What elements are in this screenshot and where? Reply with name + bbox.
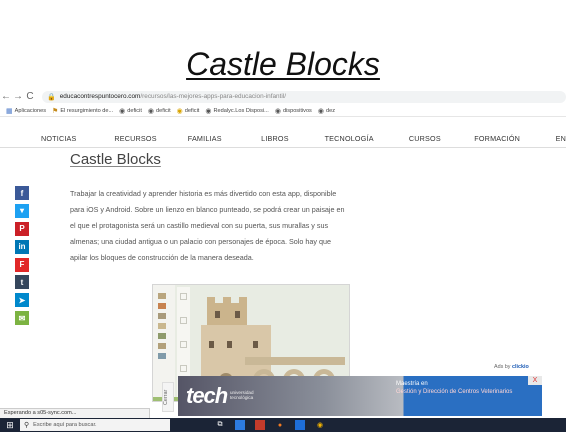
bookmark-aplicaciones[interactable]: ▦ Aplicaciones: [6, 107, 46, 115]
palette-block: [158, 333, 166, 339]
site-nav: NOTICIAS RECURSOS FAMILIAS LIBROS TECNOL…: [0, 131, 566, 145]
body-line: almenas; una ciudad antigua o un palacio…: [70, 237, 331, 246]
ad-logo-subtitle: universidad tecnológica: [230, 390, 254, 400]
apps-icon: ▦: [6, 108, 13, 115]
close-ad-tab[interactable]: Cerrar: [162, 382, 174, 412]
back-button[interactable]: ←: [0, 91, 12, 102]
bookmark-dispositivos[interactable]: ◉ dispositivos: [275, 107, 312, 115]
address-row: ← → C 🔒 educacontrespuntocero.com /recur…: [0, 88, 566, 105]
address-bar[interactable]: 🔒 educacontrespuntocero.com /recursos/la…: [42, 90, 566, 103]
bookmark-deficit-2[interactable]: ◉ deficit: [148, 107, 171, 115]
twitter-icon[interactable]: ▾: [15, 203, 29, 218]
nav-recursos[interactable]: RECURSOS: [114, 134, 187, 143]
flag-icon: ⚑: [52, 108, 59, 115]
palette-block: [158, 303, 166, 309]
forward-button[interactable]: →: [12, 91, 24, 102]
bookmark-dez[interactable]: ◉ dez: [318, 107, 335, 115]
nav-noticias[interactable]: NOTICIAS: [41, 134, 114, 143]
chrome-icon[interactable]: ◉: [315, 420, 325, 430]
body-line: para iOS y Android. Sobre un lienzo en b…: [70, 205, 345, 214]
taskbar-apps: ⧉ ● ◉: [215, 420, 325, 430]
body-line: el que el protagonista será un castillo …: [70, 221, 329, 230]
body-line: Trabajar la creatividad y aprender histo…: [70, 189, 337, 198]
palette-block: [158, 323, 166, 329]
nav-familias[interactable]: FAMILIAS: [188, 134, 261, 143]
bookmark-resurgimiento[interactable]: ⚑ El resurgimiento de...: [52, 107, 113, 115]
lock-icon: 🔒: [47, 93, 56, 101]
ad-logo: tech: [186, 383, 228, 408]
globe-icon: ◉: [176, 108, 183, 115]
bookmark-redalyc[interactable]: ◉ Redalyc.Los Disposi...: [205, 107, 268, 115]
social-share-bar: f ▾ P in F t ➤ ✉: [15, 186, 29, 329]
thumbnail: [180, 293, 187, 300]
thumbnail: [180, 365, 187, 372]
palette-block: [158, 293, 166, 299]
palette-block: [158, 353, 166, 359]
palette-block: [158, 343, 166, 349]
article-title[interactable]: Castle Blocks: [70, 151, 161, 168]
url-path: /recursos/las-mejores-apps-para-educacio…: [140, 93, 287, 100]
flipboard-icon[interactable]: F: [15, 257, 29, 272]
globe-icon: ◉: [205, 108, 212, 115]
linkedin-icon[interactable]: in: [15, 239, 29, 254]
thumbnail: [180, 317, 187, 324]
task-view-icon[interactable]: ⧉: [215, 420, 225, 430]
castle-battlement: [207, 297, 215, 305]
app-icon[interactable]: [295, 420, 305, 430]
tumblr-icon[interactable]: t: [15, 275, 29, 290]
ad-banner[interactable]: tech universidad tecnológica Maestría en…: [178, 376, 542, 416]
castle-window: [215, 311, 220, 318]
ad-close-icon[interactable]: X: [528, 376, 542, 385]
nav-en[interactable]: EN: [556, 134, 566, 143]
article-body: Trabajar la creatividad y aprender histo…: [70, 186, 440, 266]
ad-headline: Maestría en: [396, 381, 428, 387]
castle-battlement: [223, 297, 231, 305]
pinterest-icon[interactable]: P: [15, 221, 29, 236]
nav-tecnologia[interactable]: TECNOLOGÍA: [325, 134, 409, 143]
body-line: apilar los bloques de construcción de la…: [70, 253, 254, 262]
taskbar-search[interactable]: ⚲ Escribe aquí para buscar.: [20, 419, 170, 431]
thumbnail: [180, 341, 187, 348]
app-icon[interactable]: [255, 420, 265, 430]
slide-title: Castle Blocks: [186, 46, 380, 82]
reload-button[interactable]: C: [24, 91, 36, 102]
taskbar: ⊞ ⚲ Escribe aquí para buscar. ⧉ ● ◉: [0, 418, 566, 432]
castle-window: [227, 341, 232, 348]
bookmark-deficit-1[interactable]: ◉ deficit: [119, 107, 142, 115]
email-icon[interactable]: ✉: [15, 311, 29, 326]
app-icon[interactable]: [235, 420, 245, 430]
windows-start-icon[interactable]: ⊞: [0, 420, 20, 431]
browser-screenshot: ← → C 🔒 educacontrespuntocero.com /recur…: [0, 88, 566, 432]
castle-window: [209, 341, 214, 348]
nav-divider: [0, 147, 566, 148]
url-host: educacontrespuntocero.com: [59, 93, 141, 100]
castle-battlement: [239, 297, 247, 305]
castle-window: [253, 341, 258, 348]
ad-text: Gestión y Dirección de Centros Veterinar…: [396, 389, 513, 395]
nav-cursos[interactable]: CURSOS: [409, 134, 474, 143]
search-icon: ⚲: [24, 422, 30, 429]
ads-by-label[interactable]: Ads by clickio: [494, 364, 529, 370]
globe-icon: ◉: [119, 108, 126, 115]
globe-icon: ◉: [147, 108, 155, 115]
globe-icon: ◉: [274, 108, 281, 115]
palette-block: [158, 313, 166, 319]
status-bar: Esperando a s05-sync.com...: [0, 408, 150, 418]
nav-formacion[interactable]: FORMACIÓN: [474, 134, 555, 143]
facebook-icon[interactable]: f: [15, 186, 29, 200]
firefox-icon[interactable]: ●: [275, 420, 285, 430]
bookmarks-bar: ▦ Aplicaciones ⚑ El resurgimiento de... …: [0, 106, 566, 117]
nav-libros[interactable]: LIBROS: [261, 134, 324, 143]
telegram-icon[interactable]: ➤: [15, 293, 29, 308]
bookmark-deficit-3[interactable]: ◉ deficit: [177, 107, 200, 115]
castle-window: [235, 311, 240, 318]
globe-icon: ◉: [317, 108, 324, 115]
